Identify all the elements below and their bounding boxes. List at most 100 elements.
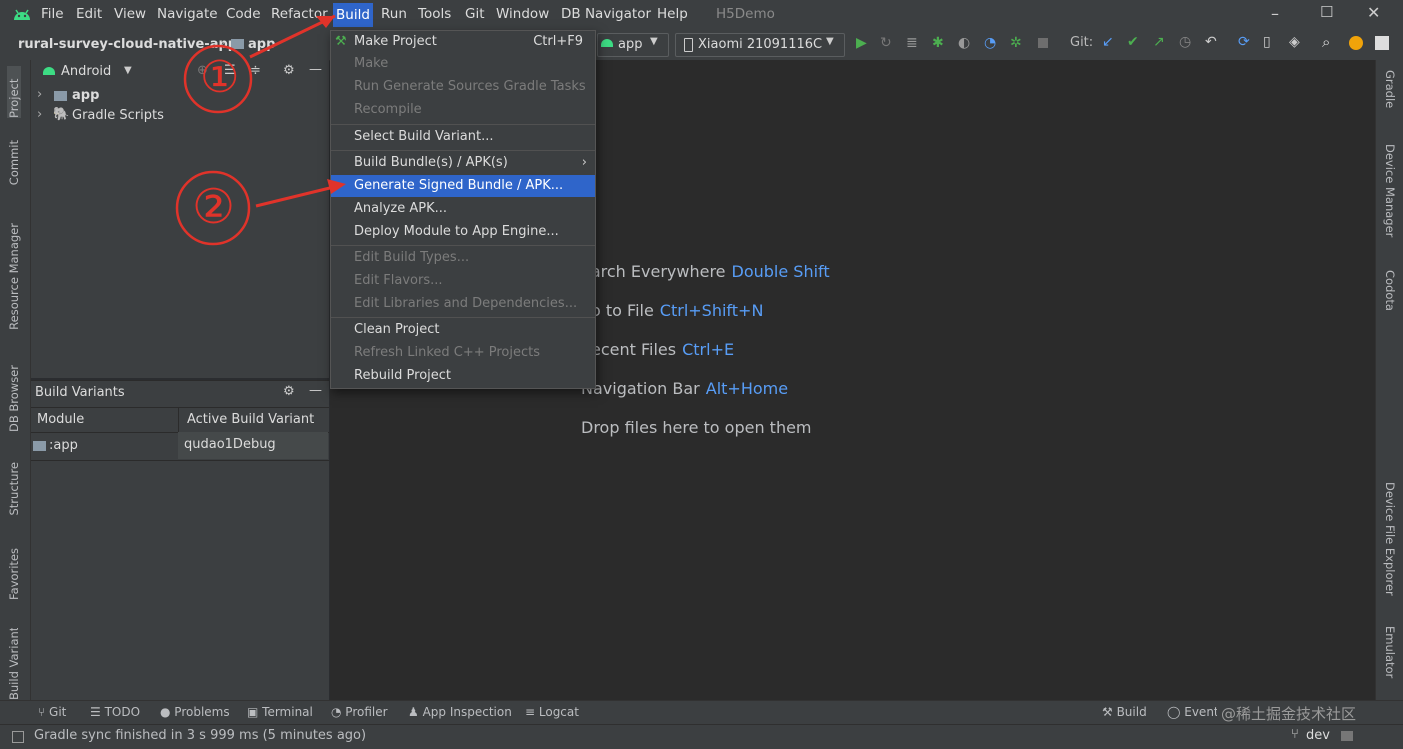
git-commit-icon[interactable]: ✔ <box>1127 34 1139 50</box>
tool-device-manager[interactable]: Device Manager <box>1383 144 1397 237</box>
gear-icon[interactable]: ⚙ <box>283 63 295 78</box>
attach-debugger-icon[interactable]: ✲ <box>1010 35 1022 51</box>
tool-project[interactable]: Project <box>7 66 21 118</box>
menu-separator <box>331 245 595 246</box>
table-row[interactable]: :app qudao1Debug <box>31 432 329 461</box>
stop-icon[interactable] <box>1038 38 1048 48</box>
variant-select[interactable]: qudao1Debug <box>178 432 328 459</box>
menu-item-rebuild-project[interactable]: Rebuild Project <box>331 365 595 387</box>
tool-codota[interactable]: Codota <box>1383 270 1397 311</box>
tool-profiler[interactable]: ◔ Profiler <box>331 705 388 719</box>
menu-window[interactable]: Window <box>496 6 549 22</box>
tool-gradle[interactable]: Gradle <box>1383 70 1397 108</box>
breadcrumb-project[interactable]: rural-survey-cloud-native-app <box>18 37 237 52</box>
chevron-down-icon[interactable]: ▼ <box>124 65 132 76</box>
run-config-label: app <box>618 37 643 52</box>
column-module: Module <box>37 412 85 427</box>
tool-favorites[interactable]: Favorites <box>7 548 21 600</box>
menu-help[interactable]: Help <box>657 6 688 22</box>
menu-item-generate-signed-bundle[interactable]: Generate Signed Bundle / APK... <box>331 175 595 197</box>
toggle-tool-windows-icon[interactable] <box>12 731 24 743</box>
android-studio-icon <box>14 9 30 20</box>
tool-build-variants[interactable]: Build Variants <box>7 628 21 700</box>
breadcrumb-module[interactable]: app <box>248 37 275 52</box>
menu-item-build-bundle[interactable]: Build Bundle(s) / APK(s) › <box>331 152 595 174</box>
menu-item-recompile[interactable]: Recompile <box>331 99 595 121</box>
menu-view[interactable]: View <box>114 6 146 22</box>
menu-refactor[interactable]: Refactor <box>271 6 328 22</box>
menu-item-select-build-variant[interactable]: Select Build Variant... <box>331 126 595 148</box>
menu-item-make[interactable]: Make <box>331 53 595 75</box>
notifications-icon[interactable] <box>1341 731 1353 741</box>
device-selector[interactable]: Xiaomi 21091116C ▼ <box>675 33 845 57</box>
gradle-sync-icon[interactable]: ⟳ <box>1238 34 1250 50</box>
tool-structure[interactable]: Structure <box>7 462 21 516</box>
tool-git[interactable]: ⑂ Git <box>38 705 66 719</box>
tool-db-browser[interactable]: DB Browser <box>7 365 21 432</box>
tool-emulator[interactable]: Emulator <box>1383 626 1397 678</box>
tree-item-app[interactable]: › app <box>31 86 329 106</box>
hint-navigation-bar: Navigation Bar Alt+Home <box>581 379 788 398</box>
close-icon[interactable]: ✕ <box>1367 3 1380 22</box>
update-icon[interactable] <box>1349 36 1363 50</box>
tool-logcat[interactable]: ≡ Logcat <box>525 705 579 719</box>
tool-todo[interactable]: ☰ TODO <box>90 705 140 719</box>
minimize-icon[interactable]: – <box>1271 4 1279 23</box>
run-config-selector[interactable]: app ▼ <box>597 33 669 57</box>
menu-item-edit-flavors[interactable]: Edit Flavors... <box>331 270 595 292</box>
menu-item-analyze-apk[interactable]: Analyze APK... <box>331 198 595 220</box>
menu-build[interactable]: Build <box>333 3 373 27</box>
history-icon[interactable]: ◷ <box>1179 34 1191 50</box>
status-message[interactable]: Gradle sync finished in 3 s 999 ms (5 mi… <box>34 728 366 743</box>
menu-item-clean-project[interactable]: Clean Project <box>331 319 595 341</box>
hint-recent-files: ecent Files Ctrl+E <box>591 340 734 359</box>
view-mode-selector[interactable]: Android <box>61 64 111 79</box>
git-update-icon[interactable]: ↙ <box>1102 34 1114 50</box>
menu-code[interactable]: Code <box>226 6 261 22</box>
left-tool-strip: Project Commit Resource Manager DB Brows… <box>0 60 31 700</box>
menu-edit[interactable]: Edit <box>76 6 102 22</box>
git-branch[interactable]: dev <box>1306 728 1330 743</box>
tool-device-file-explorer[interactable]: Device File Explorer <box>1383 482 1397 596</box>
maximize-icon[interactable]: ☐ <box>1320 3 1333 21</box>
tool-terminal[interactable]: ▣ Terminal <box>247 705 313 719</box>
hide-icon[interactable]: — <box>309 62 322 77</box>
sdk-manager-icon[interactable]: ◈ <box>1289 34 1300 50</box>
profiler-icon[interactable]: ◔ <box>984 35 996 51</box>
menu-item-deploy-module[interactable]: Deploy Module to App Engine... <box>331 221 595 243</box>
tool-problems[interactable]: ● Problems <box>160 705 230 719</box>
menu-item-make-project[interactable]: ⚒ Make Project Ctrl+F9 <box>331 31 595 53</box>
tool-commit[interactable]: Commit <box>7 140 21 185</box>
collapse-all-icon[interactable]: ≑ <box>250 63 261 78</box>
tool-build[interactable]: ⚒ Build <box>1102 705 1147 719</box>
menu-file[interactable]: File <box>41 6 64 22</box>
hide-icon[interactable]: — <box>309 383 322 398</box>
annotation-step-2: ② <box>192 179 236 235</box>
tool-resource-manager[interactable]: Resource Manager <box>7 223 21 330</box>
menu-tools[interactable]: Tools <box>418 6 451 22</box>
menu-run[interactable]: Run <box>381 6 407 22</box>
tree-item-gradle-scripts[interactable]: › 🐘 Gradle Scripts <box>31 106 329 126</box>
menu-navigate[interactable]: Navigate <box>157 6 218 22</box>
debug-icon[interactable]: ✱ <box>932 35 944 51</box>
apply-changes-icon[interactable]: ≣ <box>906 35 918 51</box>
search-icon[interactable]: ⌕ <box>1322 33 1330 51</box>
rollback-icon[interactable]: ↶ <box>1205 34 1217 50</box>
run-icon[interactable]: ▶ <box>856 35 867 51</box>
git-push-icon[interactable]: ↗ <box>1153 34 1165 50</box>
menu-item-run-generate-sources[interactable]: Run Generate Sources Gradle Tasks <box>331 76 595 98</box>
menu-item-edit-libraries[interactable]: Edit Libraries and Dependencies... <box>331 293 595 315</box>
device-manager-icon[interactable]: ▯ <box>1263 34 1271 50</box>
menu-git[interactable]: Git <box>465 6 485 22</box>
menu-db-navigator[interactable]: DB Navigator <box>561 6 651 22</box>
menu-item-refresh-linked-cpp[interactable]: Refresh Linked C++ Projects <box>331 342 595 364</box>
rerun-icon[interactable]: ↻ <box>880 35 892 51</box>
gear-icon[interactable]: ⚙ <box>283 384 295 399</box>
coverage-icon[interactable]: ◐ <box>958 35 970 51</box>
tool-event-log[interactable]: ◯ Event Log <box>1167 705 1217 719</box>
menu-bar: File Edit View Navigate Code Refactor Bu… <box>0 0 1403 30</box>
menu-item-edit-build-types[interactable]: Edit Build Types... <box>331 247 595 269</box>
avatar[interactable] <box>1375 36 1389 50</box>
tool-app-inspection[interactable]: ♟ App Inspection <box>408 705 512 719</box>
status-bar: Gradle sync finished in 3 s 999 ms (5 mi… <box>0 724 1403 749</box>
